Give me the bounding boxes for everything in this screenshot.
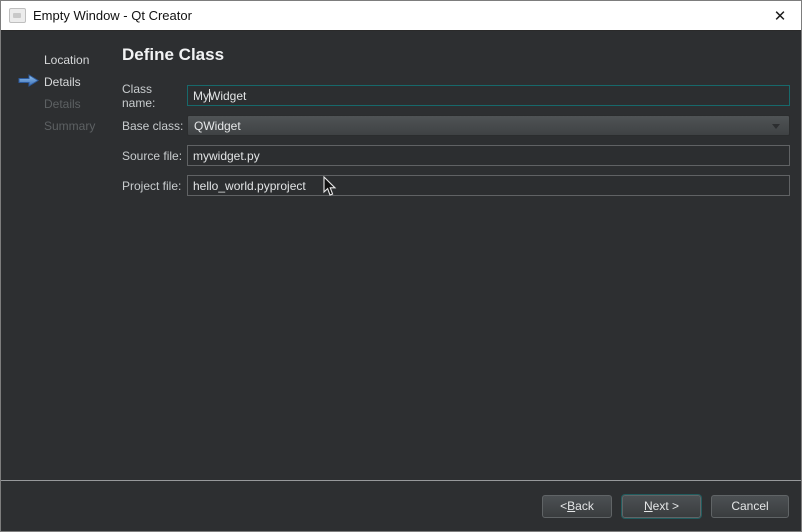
source-file-row: Source file: <box>122 145 790 166</box>
chevron-down-icon <box>772 124 780 129</box>
back-label-prefix: < <box>560 499 567 513</box>
class-name-input[interactable] <box>187 85 790 106</box>
app-icon <box>9 8 26 23</box>
back-label-suffix: ack <box>575 499 594 513</box>
class-name-label: Class name: <box>122 82 187 110</box>
project-file-input[interactable] <box>187 175 790 196</box>
wizard-step-list: Location Details Details Summary <box>44 49 95 137</box>
window-title: Empty Window - Qt Creator <box>33 8 192 23</box>
base-class-label: Base class: <box>122 119 187 133</box>
close-icon[interactable]: ✕ <box>759 1 801 30</box>
wizard-step-details-pending: Details <box>44 93 95 115</box>
back-label-mnemonic: B <box>567 499 575 513</box>
wizard-step-location: Location <box>44 49 95 71</box>
text-caret <box>209 89 210 102</box>
base-class-dropdown[interactable]: QWidget <box>187 115 790 136</box>
base-class-selected-value: QWidget <box>194 119 241 133</box>
wizard-step-details-current: Details <box>44 71 95 93</box>
class-name-row: Class name: <box>122 85 790 106</box>
project-file-label: Project file: <box>122 179 187 193</box>
base-class-row: Base class: QWidget <box>122 115 790 136</box>
page-title: Define Class <box>122 45 224 65</box>
define-class-form: Class name: Base class: QWidget Source f… <box>122 85 790 205</box>
next-button[interactable]: Next > <box>622 495 701 518</box>
titlebar: Empty Window - Qt Creator ✕ <box>1 1 801 31</box>
wizard-step-summary: Summary <box>44 115 95 137</box>
project-file-row: Project file: <box>122 175 790 196</box>
next-label-suffix: ext > <box>653 499 679 513</box>
cancel-button[interactable]: Cancel <box>711 495 789 518</box>
source-file-label: Source file: <box>122 149 187 163</box>
source-file-input[interactable] <box>187 145 790 166</box>
footer-button-bar: < Back Next > Cancel <box>1 481 801 531</box>
next-label-mnemonic: N <box>644 499 653 513</box>
current-step-arrow-icon <box>18 74 39 87</box>
back-button[interactable]: < Back <box>542 495 612 518</box>
wizard-dialog-window: Empty Window - Qt Creator ✕ Location Det… <box>0 0 802 532</box>
